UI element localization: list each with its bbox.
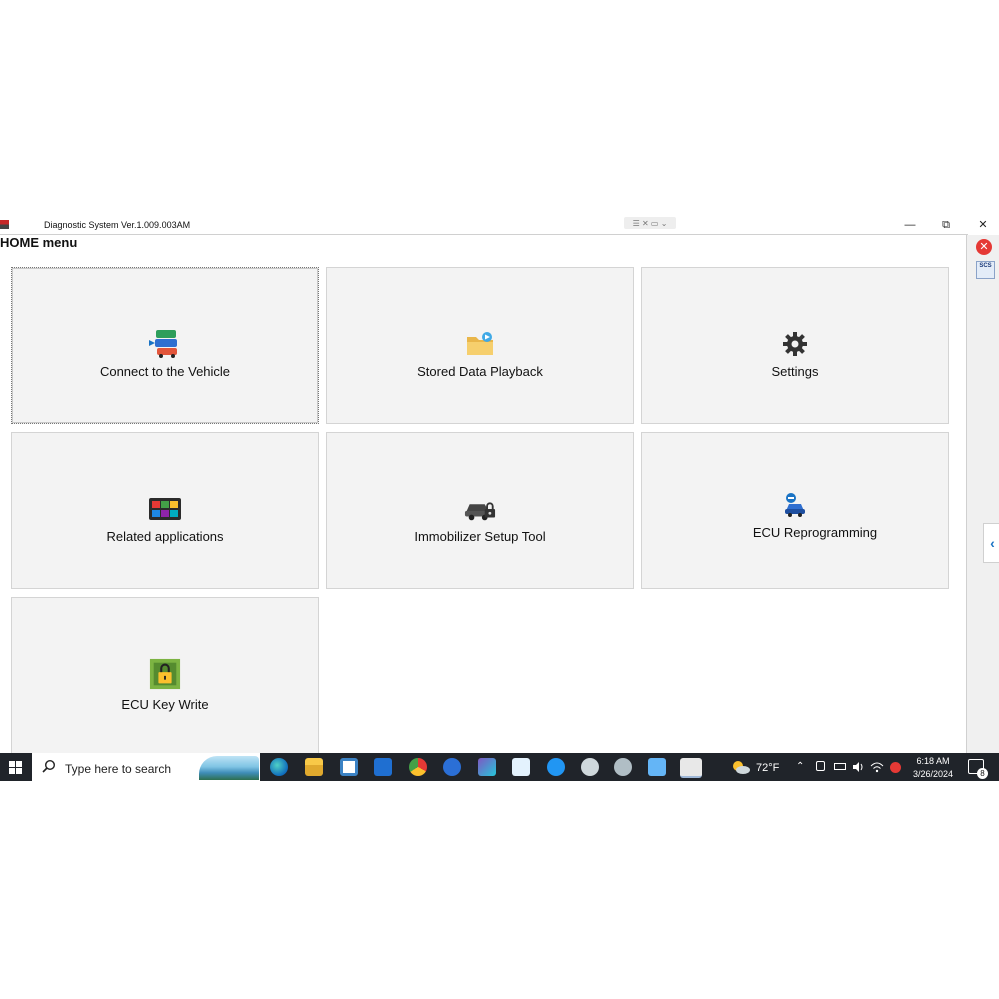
restore-button[interactable]: ⧉ xyxy=(936,217,956,233)
wifi-icon[interactable] xyxy=(870,761,884,773)
tile-label: Immobilizer Setup Tool xyxy=(414,529,546,544)
tile-label: Related applications xyxy=(106,529,224,544)
vehicles-icon xyxy=(149,330,181,358)
hds-icon[interactable] xyxy=(680,758,702,778)
tile-related-applications[interactable]: Related applications xyxy=(11,432,319,589)
tile-label: Settings xyxy=(771,364,819,379)
weather-icon[interactable] xyxy=(731,760,751,774)
search-icon xyxy=(42,759,56,773)
app-logo xyxy=(0,220,9,229)
settings-icon[interactable] xyxy=(581,758,599,776)
search-highlight-image xyxy=(199,756,259,780)
volume-icon[interactable] xyxy=(852,761,864,773)
tile-stored-data-playback[interactable]: Stored Data Playback xyxy=(326,267,634,424)
app-grid-icon xyxy=(149,495,181,523)
taskbar-search[interactable]: Type here to search xyxy=(32,753,260,781)
taskbar: Type here to search 72°F ⌃ 6:18 AM 3/26/… xyxy=(0,753,999,781)
car-lock-icon xyxy=(464,495,496,523)
minimize-button[interactable]: — xyxy=(900,217,920,233)
clock-date[interactable]: 3/26/2024 xyxy=(906,769,960,779)
mail-icon[interactable] xyxy=(374,758,392,776)
tile-ecu-reprogramming[interactable]: ECU Reprogramming xyxy=(641,432,949,589)
panel-collapse-button[interactable]: ‹ xyxy=(983,523,999,563)
ecu-car-icon xyxy=(779,491,811,519)
tile-immobilizer-setup[interactable]: Immobilizer Setup Tool xyxy=(326,432,634,589)
file-explorer-icon[interactable] xyxy=(305,758,323,776)
tray-overflow-button[interactable]: ⌃ xyxy=(796,761,804,772)
settings-alt-icon[interactable] xyxy=(614,758,632,776)
chip-lock-icon xyxy=(149,658,181,690)
start-button[interactable] xyxy=(0,753,30,781)
app-arrow-icon[interactable] xyxy=(443,758,461,776)
tile-ecu-key-write[interactable]: ECU Key Write xyxy=(11,597,319,753)
scs-icon[interactable]: SCS xyxy=(976,261,995,279)
weather-temperature[interactable]: 72°F xyxy=(756,762,779,774)
chrome-icon[interactable] xyxy=(409,758,427,776)
close-button[interactable]: ✕ xyxy=(973,217,993,233)
copilot-icon[interactable] xyxy=(478,758,496,776)
search-placeholder: Type here to search xyxy=(65,762,172,776)
exit-icon[interactable]: ✕ xyxy=(976,239,992,255)
edge-icon[interactable] xyxy=(270,758,288,776)
store-icon[interactable] xyxy=(340,758,358,776)
notification-badge: 8 xyxy=(977,768,988,779)
window-title: Diagnostic System Ver.1.009.003AM xyxy=(44,220,191,230)
page-title: HOME menu xyxy=(0,235,78,250)
clock-time[interactable]: 6:18 AM xyxy=(912,756,954,766)
windows-icon xyxy=(8,760,22,774)
title-divider xyxy=(0,234,968,235)
battery-icon[interactable] xyxy=(834,763,846,770)
tile-connect-vehicle[interactable]: Connect to the Vehicle xyxy=(11,267,319,424)
title-bar: Diagnostic System Ver.1.009.003AM ☰ ✕ ▭ … xyxy=(0,215,999,235)
folder-icon xyxy=(464,330,496,358)
app-window: Diagnostic System Ver.1.009.003AM ☰ ✕ ▭ … xyxy=(0,215,999,753)
tile-settings[interactable]: Settings xyxy=(641,267,949,424)
title-tools[interactable]: ☰ ✕ ▭ ⌄ xyxy=(624,217,676,229)
side-panel: ✕ SCS ‹ xyxy=(966,235,999,753)
tile-label: ECU Key Write xyxy=(121,697,209,712)
meet-now-icon[interactable] xyxy=(816,761,825,771)
gear-icon xyxy=(779,330,811,358)
tile-label: ECU Reprogramming xyxy=(752,525,878,540)
tile-label: Connect to the Vehicle xyxy=(99,364,231,379)
app-blue-icon[interactable] xyxy=(547,758,565,776)
alert-icon[interactable] xyxy=(890,762,901,773)
font-a-icon[interactable] xyxy=(512,758,530,776)
monitor-icon[interactable] xyxy=(648,758,666,776)
tile-label: Stored Data Playback xyxy=(417,364,543,379)
